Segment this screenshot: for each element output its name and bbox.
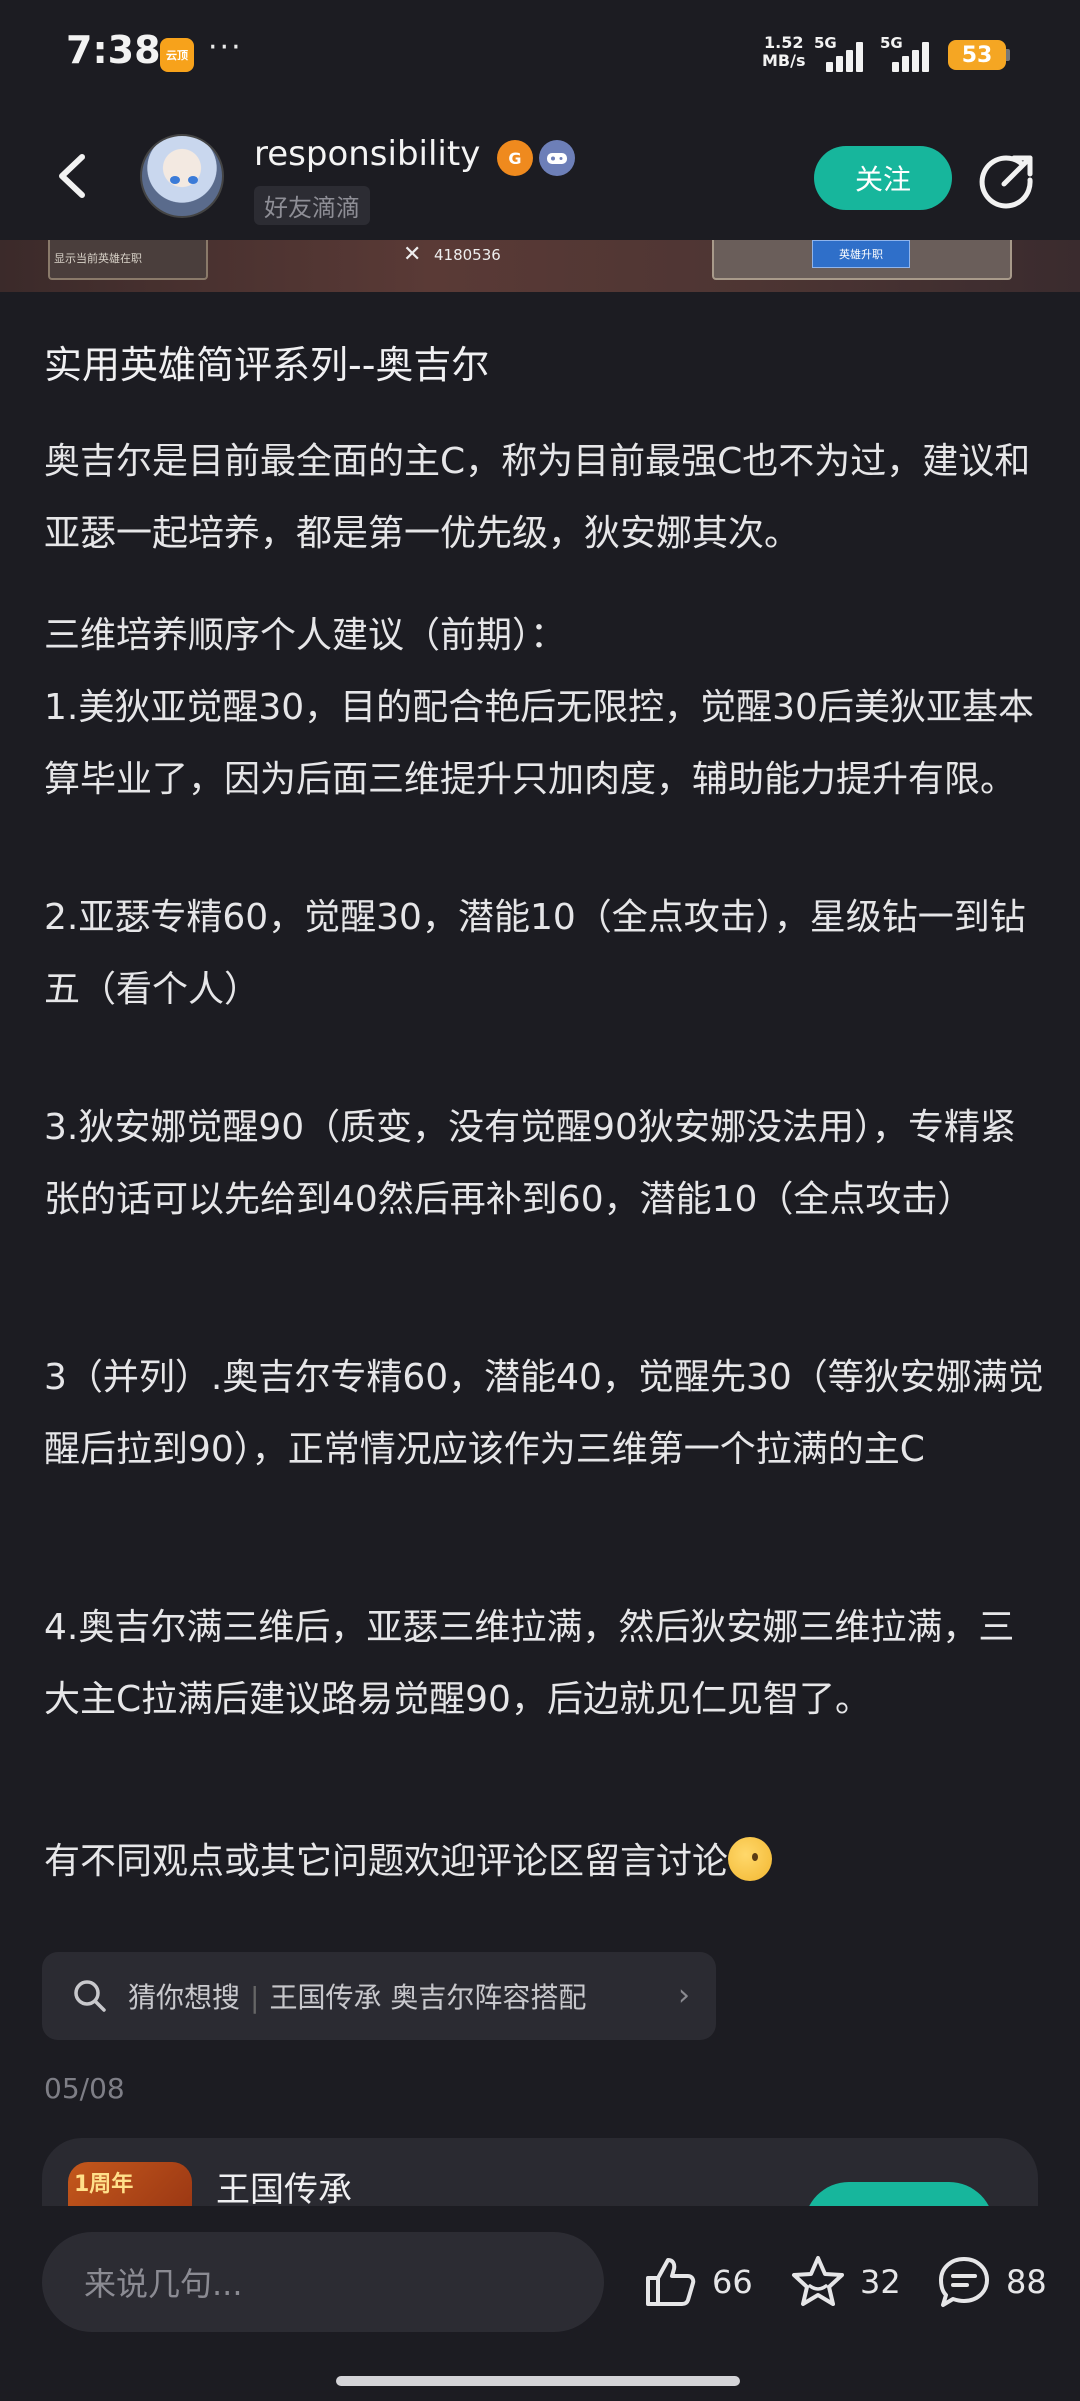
game-name[interactable]: 王国传承	[216, 2162, 352, 2211]
closing-paragraph: 有不同观点或其它问题欢迎评论区留言讨论	[44, 1826, 1044, 1898]
game-thumbnail-label: 1周年	[74, 2172, 134, 2197]
paragraph: 4.奥吉尔满三维后，亚瑟三维拉满，然后狄安娜三维拉满，三大主C拉满后建议路易觉醒…	[44, 1607, 1015, 1720]
comment-input[interactable]: 来说几句...	[42, 2232, 604, 2332]
comment-button[interactable]: 88	[934, 2252, 1047, 2312]
closing-text: 有不同观点或其它问题欢迎评论区留言讨论	[44, 1841, 729, 1882]
search-suggestion[interactable]: 猜你想搜 | 王国传承 奥吉尔阵容搭配 ›	[42, 1952, 716, 2040]
paragraph: 3.狄安娜觉醒90（质变，没有觉醒90狄安娜没法用），专精紧张的话可以先给到40…	[44, 1107, 1016, 1220]
battery-tip	[1006, 49, 1010, 61]
search-suggest-prefix: 猜你想搜	[128, 1981, 241, 2014]
back-button[interactable]	[42, 146, 102, 206]
network-type-label: 5G	[814, 34, 837, 52]
follow-button[interactable]: 关注	[814, 146, 952, 210]
paragraph: 1.美狄亚觉醒30，目的配合艳后无限控，觉醒30后美狄亚基本算毕业了，因为后面三…	[44, 687, 1034, 800]
share-icon	[979, 155, 1033, 209]
paragraph: 三维培养顺序个人建议（前期）：	[44, 615, 567, 656]
favorite-count: 32	[860, 2263, 901, 2301]
network-speed-value: 1.52	[764, 33, 804, 52]
comment-bubble-icon	[939, 2257, 989, 2307]
signal-strength-icon-2: 5G	[880, 34, 932, 72]
like-count: 66	[712, 2263, 753, 2301]
image-upgrade-button: 英雄升职	[812, 240, 910, 268]
crossed-swords-icon: ✕	[403, 242, 422, 267]
search-suggest-query: 王国传承 奥吉尔阵容搭配	[269, 1981, 587, 2014]
battery-icon: 53	[948, 40, 1006, 70]
battery-level: 53	[961, 42, 993, 68]
paragraph: 3（并列）.奥吉尔专精60，潜能40，觉醒先30（等狄安娜满觉醒后拉到90），正…	[44, 1357, 1044, 1470]
like-button[interactable]: 66	[640, 2252, 753, 2312]
avatar[interactable]	[140, 134, 224, 218]
network-speed: 1.52 MB/s	[762, 34, 805, 70]
star-icon	[792, 2256, 844, 2306]
author-tag: 好友滴滴	[254, 186, 370, 225]
post-image[interactable]: 显示当前英雄在职 ✕ 4180536 英雄升职	[0, 240, 1080, 292]
home-indicator[interactable]	[336, 2376, 740, 2386]
image-panel-text: 显示当前英雄在职	[54, 252, 142, 265]
paragraph: 2.亚瑟专精60，觉醒30，潜能10（全点攻击），星级钻一到钻五（看个人）	[44, 897, 1026, 1010]
comment-count: 88	[1006, 2263, 1047, 2301]
signal-strength-icon: 5G	[814, 34, 866, 72]
bottom-action-bar: 来说几句... 66 32 88	[0, 2206, 1080, 2401]
search-suggest-separator: |	[250, 1981, 260, 2014]
notification-app-icon: 云顶	[160, 38, 194, 72]
image-score: 4180536	[434, 246, 501, 264]
gamepad-icon	[539, 140, 575, 176]
badge-icon: G	[497, 140, 533, 176]
post-title: 实用英雄简评系列--奥吉尔	[44, 343, 490, 387]
network-type-label-2: 5G	[880, 34, 903, 52]
share-button[interactable]	[978, 150, 1038, 210]
status-bar: 7:38 云顶 ··· 1.52 MB/s 5G 5G 53	[0, 0, 1080, 110]
chevron-left-icon	[59, 154, 85, 198]
favorite-button[interactable]: 32	[788, 2252, 901, 2312]
app-badge-label: 云顶	[166, 49, 188, 62]
search-icon	[74, 1980, 106, 2012]
post-header: responsibility G 好友滴滴 关注	[0, 120, 1080, 240]
post-date: 05/08	[44, 2072, 125, 2105]
chevron-right-icon: ›	[678, 1978, 690, 2013]
network-speed-unit: MB/s	[762, 51, 806, 70]
author-username[interactable]: responsibility	[254, 134, 480, 174]
more-notifications-icon: ···	[208, 30, 243, 65]
status-time: 7:38	[66, 28, 161, 72]
smile-emoji-icon	[728, 1837, 773, 1881]
thumbs-up-icon	[646, 2258, 696, 2306]
paragraph: 奥吉尔是目前最全面的主C，称为目前最强C也不为过，建议和亚瑟一起培养，都是第一优…	[44, 441, 1031, 554]
